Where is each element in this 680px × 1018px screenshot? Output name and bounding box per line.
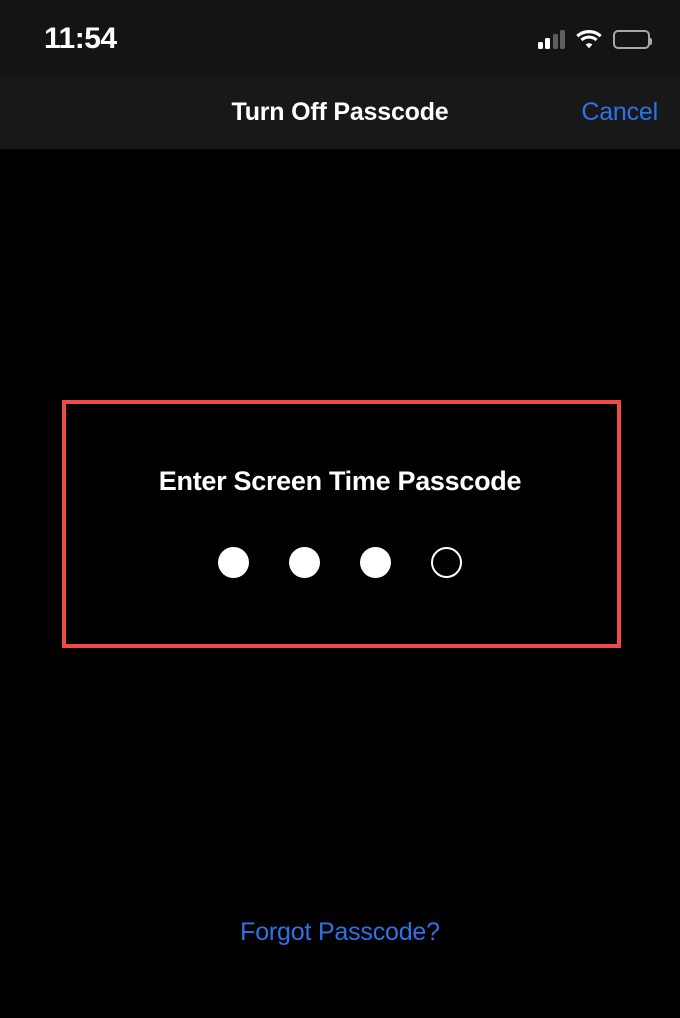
annotation-highlight-box: [62, 400, 621, 648]
passcode-dot: [289, 547, 320, 578]
passcode-content: Enter Screen Time Passcode Forgot Passco…: [0, 150, 680, 1018]
status-bar: 11:54: [0, 0, 680, 78]
passcode-dot: [431, 547, 462, 578]
cancel-button[interactable]: Cancel: [581, 98, 658, 127]
navigation-bar: Turn Off Passcode Cancel: [0, 78, 680, 150]
page-title: Turn Off Passcode: [231, 98, 449, 126]
cellular-signal-icon: [537, 29, 565, 49]
phone-screen: 11:54 Turn Off Passcode Cancel Enter Scr…: [0, 0, 680, 1018]
passcode-prompt-label: Enter Screen Time Passcode: [158, 466, 522, 496]
battery-icon: [613, 29, 652, 49]
status-bar-time: 11:54: [44, 22, 117, 55]
passcode-dot: [360, 547, 391, 578]
status-bar-indicators: [537, 29, 652, 49]
wifi-icon: [576, 29, 602, 49]
passcode-dots[interactable]: [0, 547, 680, 578]
forgot-passcode-link[interactable]: Forgot Passcode?: [0, 918, 680, 947]
passcode-dot: [218, 547, 249, 578]
